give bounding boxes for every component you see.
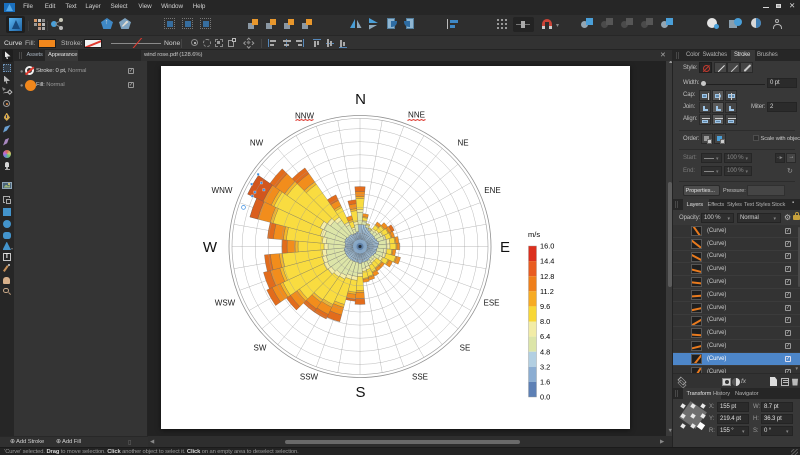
svg-text:E: E: [500, 239, 510, 256]
svg-text:SSW: SSW: [300, 373, 319, 382]
svg-text:NE: NE: [457, 139, 468, 148]
svg-text:NW: NW: [250, 139, 264, 148]
svg-text:14.4: 14.4: [540, 257, 554, 266]
svg-text:11.2: 11.2: [540, 287, 554, 296]
svg-text:0.0: 0.0: [540, 393, 550, 402]
svg-text:8.0: 8.0: [540, 317, 550, 326]
svg-text:SE: SE: [460, 344, 471, 353]
svg-text:SW: SW: [254, 344, 267, 353]
svg-text:WNW: WNW: [212, 186, 233, 195]
svg-text:N: N: [355, 91, 366, 108]
svg-text:W: W: [203, 239, 218, 256]
svg-text:16.0: 16.0: [540, 242, 554, 251]
svg-text:ENE: ENE: [484, 186, 500, 195]
svg-text:3.2: 3.2: [540, 362, 550, 371]
svg-text:SSE: SSE: [412, 373, 428, 382]
svg-text:4.8: 4.8: [540, 347, 550, 356]
svg-text:1.6: 1.6: [540, 378, 550, 387]
svg-text:NNE: NNE: [408, 111, 425, 120]
svg-text:6.4: 6.4: [540, 332, 550, 341]
svg-text:12.8: 12.8: [540, 272, 554, 281]
svg-text:m/s: m/s: [528, 230, 540, 239]
svg-text:ESE: ESE: [483, 299, 499, 308]
svg-text:WSW: WSW: [215, 299, 236, 308]
svg-text:9.6: 9.6: [540, 302, 550, 311]
svg-text:S: S: [355, 384, 365, 401]
